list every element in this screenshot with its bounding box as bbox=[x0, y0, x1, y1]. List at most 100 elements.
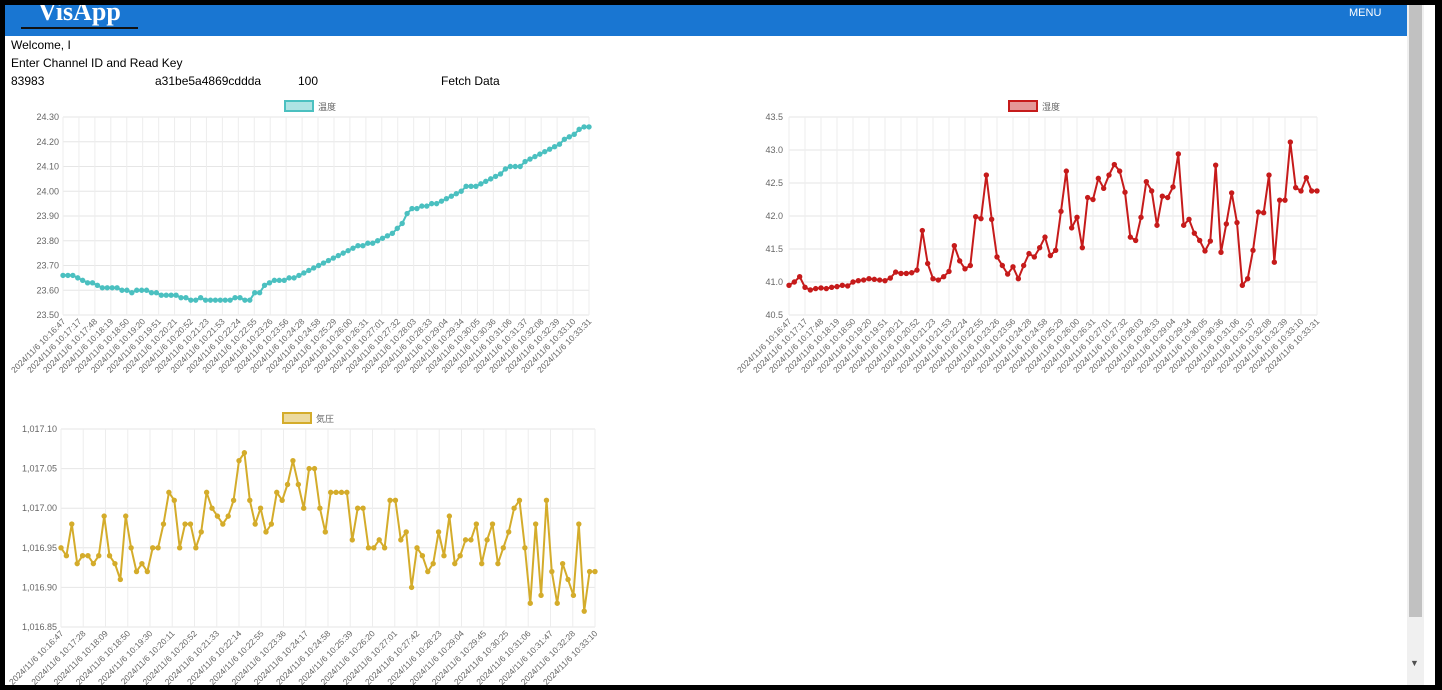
data-point[interactable] bbox=[930, 276, 936, 282]
results-count-field[interactable]: 100 bbox=[298, 74, 318, 88]
data-point[interactable] bbox=[1010, 264, 1016, 270]
data-point[interactable] bbox=[414, 205, 420, 212]
data-point[interactable] bbox=[101, 513, 107, 519]
data-point[interactable] bbox=[158, 292, 165, 298]
data-point[interactable] bbox=[1207, 238, 1214, 244]
data-point[interactable] bbox=[286, 275, 292, 281]
data-point[interactable] bbox=[1020, 262, 1027, 269]
data-point[interactable] bbox=[839, 282, 846, 289]
data-point[interactable] bbox=[441, 553, 447, 559]
data-point[interactable] bbox=[1255, 209, 1262, 215]
data-point[interactable] bbox=[435, 529, 442, 535]
data-point[interactable] bbox=[807, 287, 814, 293]
data-point[interactable] bbox=[855, 277, 862, 284]
data-point[interactable] bbox=[919, 227, 926, 234]
data-point[interactable] bbox=[114, 285, 120, 291]
data-point[interactable] bbox=[365, 240, 371, 246]
data-point[interactable] bbox=[271, 277, 278, 284]
legend-swatch[interactable] bbox=[282, 412, 312, 424]
data-point[interactable] bbox=[266, 280, 273, 286]
menu-button[interactable]: MENU bbox=[1349, 7, 1381, 19]
data-point[interactable] bbox=[457, 553, 463, 559]
data-point[interactable] bbox=[398, 537, 404, 543]
data-point[interactable] bbox=[791, 279, 798, 285]
data-point[interactable] bbox=[473, 183, 479, 190]
data-point[interactable] bbox=[1164, 194, 1171, 201]
data-point[interactable] bbox=[360, 505, 366, 511]
data-point[interactable] bbox=[507, 163, 514, 170]
data-point[interactable] bbox=[320, 260, 327, 266]
data-point[interactable] bbox=[1314, 188, 1320, 194]
data-point[interactable] bbox=[256, 290, 263, 296]
data-point[interactable] bbox=[365, 545, 372, 551]
data-point[interactable] bbox=[956, 258, 963, 264]
data-point[interactable] bbox=[1180, 222, 1187, 228]
data-point[interactable] bbox=[252, 290, 258, 296]
data-point[interactable] bbox=[538, 592, 544, 599]
data-point[interactable] bbox=[335, 252, 341, 259]
data-point[interactable] bbox=[554, 600, 560, 606]
data-point[interactable] bbox=[978, 215, 984, 222]
data-point[interactable] bbox=[967, 262, 974, 269]
data-point[interactable] bbox=[561, 136, 568, 142]
data-point[interactable] bbox=[844, 283, 851, 289]
data-point[interactable] bbox=[871, 276, 878, 283]
data-point[interactable] bbox=[1111, 161, 1118, 168]
data-point[interactable] bbox=[112, 560, 118, 567]
data-point[interactable] bbox=[468, 537, 474, 543]
data-point[interactable] bbox=[1031, 254, 1038, 260]
data-point[interactable] bbox=[183, 294, 189, 301]
data-point[interactable] bbox=[581, 608, 587, 614]
data-point[interactable] bbox=[163, 292, 169, 298]
data-point[interactable] bbox=[182, 521, 188, 527]
data-point[interactable] bbox=[149, 545, 156, 551]
data-point[interactable] bbox=[193, 297, 199, 303]
data-point[interactable] bbox=[268, 521, 275, 527]
data-point[interactable] bbox=[463, 183, 469, 190]
data-point[interactable] bbox=[227, 297, 233, 303]
data-point[interactable] bbox=[1116, 168, 1123, 174]
data-point[interactable] bbox=[247, 297, 253, 303]
data-point[interactable] bbox=[134, 287, 140, 293]
data-point[interactable] bbox=[284, 481, 291, 488]
data-point[interactable] bbox=[570, 592, 577, 599]
data-point[interactable] bbox=[951, 243, 958, 249]
data-point[interactable] bbox=[207, 297, 214, 303]
data-point[interactable] bbox=[812, 285, 819, 292]
data-point[interactable] bbox=[1292, 184, 1299, 191]
legend-swatch[interactable] bbox=[284, 100, 314, 112]
data-point[interactable] bbox=[79, 553, 86, 559]
data-point[interactable] bbox=[1244, 276, 1251, 282]
data-point[interactable] bbox=[85, 553, 91, 559]
data-point[interactable] bbox=[90, 560, 97, 567]
data-point[interactable] bbox=[230, 497, 237, 503]
data-point[interactable] bbox=[1234, 219, 1240, 226]
data-point[interactable] bbox=[1212, 162, 1219, 168]
data-point[interactable] bbox=[438, 198, 445, 204]
data-point[interactable] bbox=[988, 216, 995, 223]
data-point[interactable] bbox=[212, 297, 219, 303]
data-point[interactable] bbox=[349, 537, 355, 543]
data-point[interactable] bbox=[512, 163, 518, 170]
data-point[interactable] bbox=[315, 262, 322, 269]
data-point[interactable] bbox=[399, 220, 405, 227]
data-point[interactable] bbox=[430, 560, 436, 567]
data-point[interactable] bbox=[333, 489, 339, 496]
data-point[interactable] bbox=[1079, 244, 1086, 251]
data-point[interactable] bbox=[354, 505, 361, 511]
data-point[interactable] bbox=[972, 213, 979, 220]
data-point[interactable] bbox=[522, 158, 528, 165]
data-point[interactable] bbox=[424, 203, 430, 209]
data-point[interactable] bbox=[924, 260, 931, 267]
data-point[interactable] bbox=[153, 290, 160, 296]
data-point[interactable] bbox=[1143, 178, 1150, 185]
data-point[interactable] bbox=[69, 521, 75, 527]
data-point[interactable] bbox=[96, 553, 102, 559]
data-point[interactable] bbox=[487, 176, 494, 182]
data-point[interactable] bbox=[409, 205, 415, 212]
data-point[interactable] bbox=[994, 254, 1000, 260]
data-point[interactable] bbox=[1015, 276, 1022, 282]
data-point[interactable] bbox=[209, 505, 215, 511]
data-point[interactable] bbox=[999, 262, 1006, 269]
data-point[interactable] bbox=[263, 529, 269, 535]
